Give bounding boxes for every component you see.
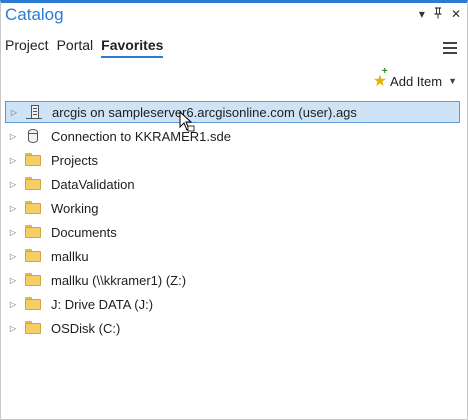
folder-icon: [25, 321, 41, 335]
tree-item-documents[interactable]: ▷ Documents: [5, 221, 117, 243]
tree-item-mallku[interactable]: ▷ mallku: [5, 245, 89, 267]
expand-arrow-icon[interactable]: ▷: [7, 228, 19, 237]
tree-item-label: arcgis on sampleserver6.arcgisonline.com…: [52, 104, 357, 120]
expand-arrow-icon[interactable]: ▷: [7, 300, 19, 309]
folder-icon: [25, 177, 41, 191]
tree-item-label: Connection to KKRAMER1.sde: [51, 128, 231, 144]
folder-icon: [25, 249, 41, 263]
tab-portal[interactable]: Portal: [57, 37, 94, 58]
tree-item-label: mallku (\\kkramer1) (Z:): [51, 272, 187, 288]
database-icon: [25, 129, 41, 143]
pin-icon[interactable]: [434, 7, 442, 22]
server-icon: [26, 105, 42, 119]
drag-move-cursor-icon: [179, 111, 195, 132]
tree-item-ags-connection[interactable]: ▷ arcgis on sampleserver6.arcgisonline.c…: [5, 101, 460, 123]
tree-item-working[interactable]: ▷ Working: [5, 197, 99, 219]
expand-arrow-icon[interactable]: ▷: [7, 156, 19, 165]
tree-item-label: Working: [51, 200, 99, 216]
tree-item-datavalidation[interactable]: ▷ DataValidation: [5, 173, 135, 195]
tree-item-label: Projects: [51, 152, 98, 168]
tree-item-osdisk[interactable]: ▷ OSDisk (C:): [5, 317, 120, 339]
expand-arrow-icon[interactable]: ▷: [7, 252, 19, 261]
folder-icon: [25, 273, 41, 287]
star-add-icon: ★ +: [372, 66, 388, 90]
pane-options-dropdown-icon[interactable]: ▾: [419, 7, 425, 22]
tree-item-label: OSDisk (C:): [51, 320, 121, 336]
tree-item-mallku-network[interactable]: ▷ mallku (\\kkramer1) (Z:): [5, 269, 186, 291]
tree-item-sde-connection[interactable]: ▷ Connection to KKRAMER1.sde: [5, 125, 231, 147]
catalog-tabs: Project Portal Favorites: [5, 37, 164, 58]
folder-icon: [25, 225, 41, 239]
catalog-pane: Catalog ▾ ✕ Project Portal Favorites ★ + …: [0, 0, 468, 420]
tree-item-j-drive[interactable]: ▷ J: Drive DATA (J:): [5, 293, 153, 315]
close-icon[interactable]: ✕: [451, 7, 461, 22]
pane-title: Catalog: [5, 5, 64, 24]
add-item-label: Add Item: [390, 73, 443, 89]
expand-arrow-icon[interactable]: ▷: [7, 204, 19, 213]
expand-arrow-icon[interactable]: ▷: [7, 324, 19, 333]
tab-favorites[interactable]: Favorites: [101, 37, 164, 58]
tree-item-label: J: Drive DATA (J:): [51, 296, 154, 312]
pane-title-buttons: ▾ ✕: [419, 7, 461, 22]
folder-icon: [25, 201, 41, 215]
tab-project[interactable]: Project: [5, 37, 49, 58]
pane-titlebar: Catalog ▾ ✕: [1, 3, 467, 29]
folder-icon: [25, 297, 41, 311]
expand-arrow-icon[interactable]: ▷: [7, 276, 19, 285]
expand-arrow-icon[interactable]: ▷: [7, 180, 19, 189]
add-item-button[interactable]: ★ + Add Item ▼: [372, 66, 457, 91]
tree-item-label: Documents: [51, 224, 117, 240]
hamburger-menu-icon[interactable]: [443, 42, 457, 54]
expand-arrow-icon[interactable]: ▷: [7, 132, 19, 141]
chevron-down-icon: ▼: [448, 76, 457, 86]
tree-item-projects[interactable]: ▷ Projects: [5, 149, 98, 171]
expand-arrow-icon[interactable]: ▷: [8, 108, 20, 117]
folder-icon: [25, 153, 41, 167]
tree-item-label: DataValidation: [51, 176, 135, 192]
tree-item-label: mallku: [51, 248, 89, 264]
